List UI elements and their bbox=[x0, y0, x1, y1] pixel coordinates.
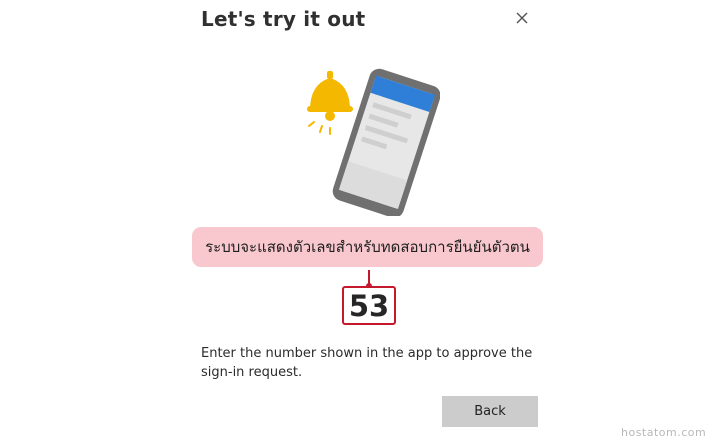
watermark: hostatom.com bbox=[621, 426, 707, 439]
verification-number: 53 bbox=[342, 286, 396, 325]
dialog-title: Let's try it out bbox=[201, 7, 366, 31]
close-icon[interactable] bbox=[512, 9, 532, 29]
bell-icon bbox=[307, 71, 353, 135]
phone-notification-illustration bbox=[307, 68, 440, 216]
callout-annotation: ระบบจะแสดงตัวเลขสำหรับทดสอบการยืนยันตัวต… bbox=[192, 227, 543, 267]
back-button[interactable]: Back bbox=[442, 396, 538, 427]
sign-in-test-dialog: Let's try it out ระบบจะแสดงตัวเลขสำหรับท… bbox=[0, 0, 720, 444]
instruction-text: Enter the number shown in the app to app… bbox=[201, 346, 533, 380]
callout-connector bbox=[366, 270, 372, 288]
phone-icon bbox=[332, 68, 440, 216]
